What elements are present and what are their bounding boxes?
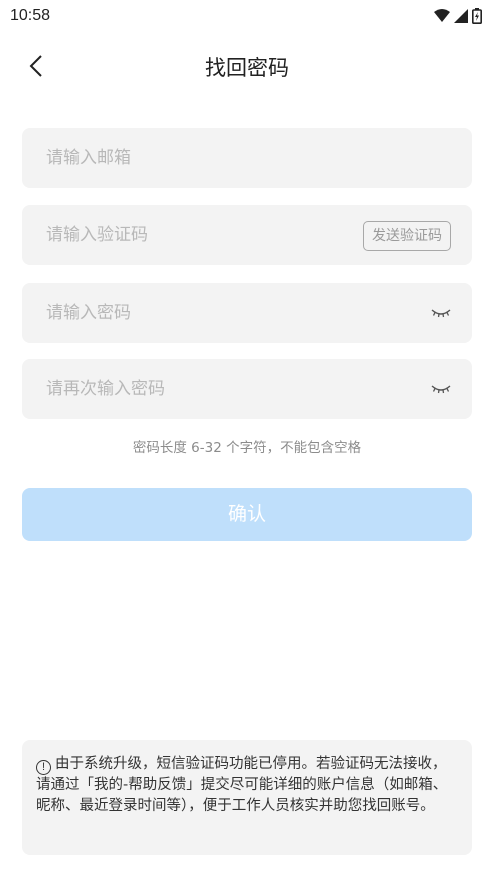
email-input[interactable] <box>22 128 472 188</box>
eye-closed-icon <box>431 385 451 394</box>
cellular-signal-icon <box>454 9 468 23</box>
info-circle-icon: ! <box>36 760 51 775</box>
notice-text: 由于系统升级，短信验证码功能已停用。若验证码无法接收，请通过「我的-帮助反馈」提… <box>36 756 448 814</box>
password-input[interactable] <box>22 283 472 343</box>
password-visibility-toggle[interactable] <box>430 303 452 323</box>
send-code-button[interactable]: 发送验证码 <box>363 221 451 251</box>
password-rule-hint: 密码长度 6-32 个字符，不能包含空格 <box>132 440 362 456</box>
email-field-container <box>22 128 472 188</box>
battery-icon <box>472 8 482 24</box>
confirm-password-visibility-toggle[interactable] <box>430 379 452 399</box>
status-time: 10:58 <box>10 7 51 24</box>
wifi-icon <box>434 9 450 22</box>
notice-box: ! 由于系统升级，短信验证码功能已停用。若验证码无法接收，请通过「我的-帮助反馈」… <box>22 740 472 855</box>
status-bar: 10:58 <box>0 0 494 34</box>
confirm-password-field-container <box>22 359 472 419</box>
status-icons <box>434 8 482 24</box>
code-field-container: 发送验证码 <box>22 205 472 265</box>
confirm-button[interactable]: 确认 <box>22 488 472 541</box>
confirm-password-input[interactable] <box>22 359 472 419</box>
nav-bar: 找回密码 <box>0 38 494 94</box>
eye-closed-icon <box>431 309 451 318</box>
password-field-container <box>22 283 472 343</box>
page-title: 找回密码 <box>205 56 289 80</box>
